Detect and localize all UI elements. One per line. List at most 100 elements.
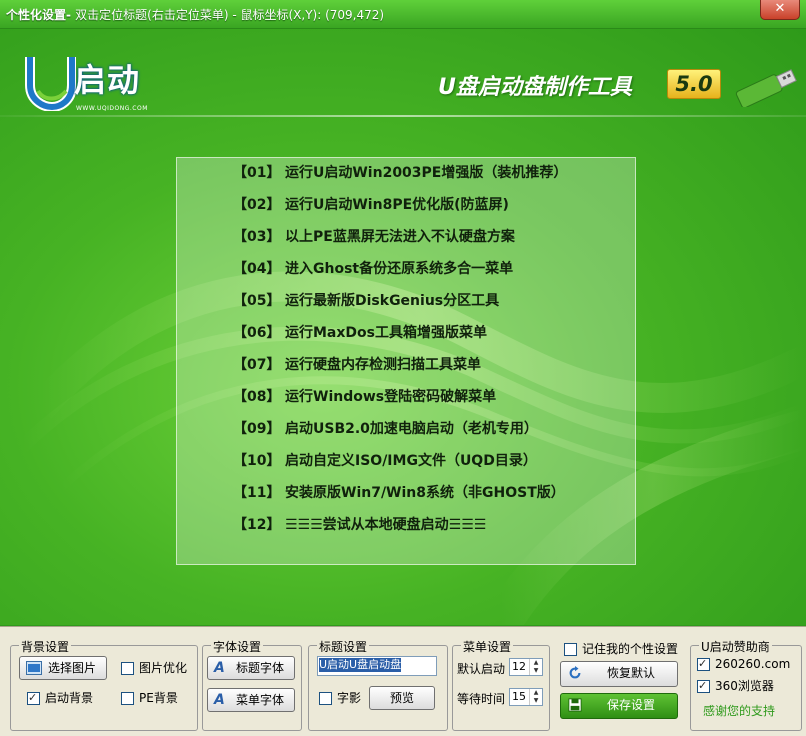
boot-background-label: 启动背景 xyxy=(45,691,94,705)
default-boot-spinner[interactable]: 12 ▲ ▼ xyxy=(509,658,543,676)
title-bar: 个性化设置- 双击定位标题(右击定位菜单) - 鼠标坐标(X,Y): (709,… xyxy=(0,0,806,29)
checkbox-box xyxy=(564,643,577,656)
preview-button[interactable]: 预览 xyxy=(369,686,435,710)
optimize-image-checkbox[interactable]: 图片优化 xyxy=(121,660,191,676)
close-button[interactable]: ✕ xyxy=(760,0,800,20)
close-icon: ✕ xyxy=(774,1,786,16)
checkbox-box xyxy=(121,692,134,705)
sponsor-group: U启动赞助商 260260.com 360浏览器 感谢您的支持 xyxy=(690,638,802,731)
window-title-hint: 双击定位标题(右击定位菜单) - 鼠标坐标(X,Y): (709,472) xyxy=(75,8,385,22)
boot-menu-item-number: 【09】 xyxy=(233,421,281,437)
sponsor-360-checkbox[interactable]: 360浏览器 xyxy=(697,678,793,694)
remember-settings-checkbox[interactable]: 记住我的个性设置 xyxy=(564,641,684,657)
boot-menu-item[interactable]: 【11】 安装原版Win7/Win8系统（非GHOST版） xyxy=(233,482,565,504)
spinner-arrows-icon[interactable]: ▲ ▼ xyxy=(529,689,542,705)
boot-menu-item[interactable]: 【10】 启动自定义ISO/IMG文件（UQD目录） xyxy=(233,450,537,472)
boot-menu-item-label: 进入Ghost备份还原系统多合一菜单 xyxy=(285,261,514,277)
checkbox-box-checked xyxy=(697,656,710,672)
sponsor-360-label: 360浏览器 xyxy=(715,679,774,693)
optimize-image-label: 图片优化 xyxy=(139,661,188,675)
boot-menu-item[interactable]: 【04】 进入Ghost备份还原系统多合一菜单 xyxy=(233,258,513,280)
boot-menu-item-label: 运行MaxDos工具箱增强版菜单 xyxy=(285,325,487,341)
preview-label: 预览 xyxy=(389,691,414,705)
wait-time-spinner[interactable]: 15 ▲ ▼ xyxy=(509,688,543,706)
boot-menu-item-label: 运行U启动Win8PE优化版(防蓝屏) xyxy=(285,197,509,213)
boot-menu-item[interactable]: 【07】 运行硬盘内存检测扫描工具菜单 xyxy=(233,354,481,376)
menu-font-button[interactable]: A 菜单字体 xyxy=(207,688,295,712)
choose-image-label: 选择图片 xyxy=(48,661,97,675)
boot-menu-item[interactable]: 【02】 运行U启动Win8PE优化版(防蓝屏) xyxy=(233,194,509,216)
u-logo-icon xyxy=(25,57,76,111)
boot-menu-preview: 启动 WWW.UQIDONG.COM U盘启动盘制作工具 5.0 【01】 运行U… xyxy=(0,29,806,625)
group-title: 背景设置 xyxy=(19,638,72,655)
boot-menu-item-label: 启动自定义ISO/IMG文件（UQD目录） xyxy=(285,453,537,469)
text-shadow-checkbox[interactable]: 字影 xyxy=(319,690,369,706)
boot-menu-item-number: 【08】 xyxy=(233,389,281,405)
version-badge: 5.0 xyxy=(667,69,721,99)
pe-background-label: PE背景 xyxy=(139,691,178,705)
boot-menu-item[interactable]: 【05】 运行最新版DiskGenius分区工具 xyxy=(233,290,499,312)
checkbox-box xyxy=(319,692,332,705)
boot-menu-item-label: 运行最新版DiskGenius分区工具 xyxy=(285,293,500,309)
group-title: 菜单设置 xyxy=(461,638,514,655)
text-shadow-label: 字影 xyxy=(337,691,362,705)
title-settings-group: 标题设置 U启动U盘启动盘 字影 预览 xyxy=(308,638,448,731)
boot-menu-item[interactable]: 【09】 启动USB2.0加速电脑启动（老机专用） xyxy=(233,418,538,440)
boot-menu-panel: 【01】 运行U启动Win2003PE增强版（装机推荐） 【02】 运行U启动Win8… xyxy=(176,157,636,565)
boot-menu-item-number: 【06】 xyxy=(233,325,281,341)
logo-text: 启动 xyxy=(74,61,141,99)
checkbox-box xyxy=(121,662,134,675)
title-font-label: 标题字体 xyxy=(236,661,285,675)
restore-default-label: 恢复默认 xyxy=(607,666,656,680)
title-text-input[interactable]: U启动U盘启动盘 xyxy=(317,656,437,676)
picture-icon xyxy=(26,661,42,675)
title-font-button[interactable]: A 标题字体 xyxy=(207,656,295,680)
boot-menu-item-label: 安装原版Win7/Win8系统（非GHOST版） xyxy=(285,485,565,501)
boot-background-checkbox[interactable]: 启动背景 xyxy=(27,690,107,706)
header-divider xyxy=(0,115,806,117)
settings-toolbar: 背景设置 选择图片 图片优化 启动背景 PE背景 字体设置 A 标题字体 A 菜… xyxy=(0,626,806,736)
choose-image-button[interactable]: 选择图片 xyxy=(19,656,107,680)
window-title: 个性化设置- 双击定位标题(右击定位菜单) - 鼠标坐标(X,Y): (709,… xyxy=(6,6,384,23)
font-icon: A xyxy=(214,660,225,676)
background-settings-group: 背景设置 选择图片 图片优化 启动背景 PE背景 xyxy=(10,638,198,731)
boot-menu-item-number: 【05】 xyxy=(233,293,281,309)
app-title: U盘启动盘制作工具 xyxy=(438,75,632,100)
boot-menu-item-label: 运行Windows登陆密码破解菜单 xyxy=(285,389,497,405)
boot-menu-item[interactable]: 【03】 以上PE蓝黑屏无法进入不认硬盘方案 xyxy=(233,226,515,248)
checkbox-box-checked xyxy=(27,690,40,706)
spinner-arrows-icon[interactable]: ▲ ▼ xyxy=(529,659,542,675)
menu-font-label: 菜单字体 xyxy=(236,693,285,707)
save-settings-label: 保存设置 xyxy=(607,698,656,712)
save-settings-button[interactable]: 保存设置 xyxy=(560,693,678,719)
boot-menu-item-number: 【03】 xyxy=(233,229,281,245)
boot-menu-item-label: 启动USB2.0加速电脑启动（老机专用） xyxy=(285,421,538,437)
font-settings-group: 字体设置 A 标题字体 A 菜单字体 xyxy=(202,638,302,731)
boot-menu-item-label: 运行硬盘内存检测扫描工具菜单 xyxy=(285,357,481,373)
boot-menu-item-number: 【01】 xyxy=(233,165,281,181)
boot-menu-item-label: 以上PE蓝黑屏无法进入不认硬盘方案 xyxy=(285,229,515,245)
boot-menu-item[interactable]: 【06】 运行MaxDos工具箱增强版菜单 xyxy=(233,322,487,344)
boot-menu-item-number: 【11】 xyxy=(233,485,281,501)
restore-default-button[interactable]: 恢复默认 xyxy=(560,661,678,687)
usb-drive-icon xyxy=(735,69,797,107)
remember-settings-label: 记住我的个性设置 xyxy=(582,642,679,656)
menu-settings-group: 菜单设置 默认启动 12 ▲ ▼ 等待时间 15 ▲ ▼ xyxy=(452,638,550,731)
boot-menu-item-number: 【04】 xyxy=(233,261,281,277)
group-title: U启动赞助商 xyxy=(699,638,772,655)
boot-menu-item[interactable]: 【08】 运行Windows登陆密码破解菜单 xyxy=(233,386,496,408)
title-text-value: U启动U盘启动盘 xyxy=(319,658,402,672)
sponsor-260260-checkbox[interactable]: 260260.com xyxy=(697,656,793,672)
boot-menu-item-number: 【02】 xyxy=(233,197,281,213)
boot-menu-item[interactable]: 【01】 运行U启动Win2003PE增强版（装机推荐） xyxy=(233,162,567,184)
boot-menu-item[interactable]: 【12】 ☰☰☰尝试从本地硬盘启动☰☰☰ xyxy=(233,514,486,536)
pe-background-checkbox[interactable]: PE背景 xyxy=(121,690,191,706)
wait-time-label: 等待时间 xyxy=(457,692,506,706)
group-title: 标题设置 xyxy=(317,638,370,655)
logo-url: WWW.UQIDONG.COM xyxy=(76,105,148,112)
boot-menu-item-label: ☰☰☰尝试从本地硬盘启动☰☰☰ xyxy=(285,517,487,533)
default-boot-label: 默认启动 xyxy=(457,662,506,676)
sponsor-260260-label: 260260.com xyxy=(715,657,791,671)
font-icon: A xyxy=(214,692,225,708)
brand-logo: 启动 WWW.UQIDONG.COM xyxy=(24,51,184,121)
